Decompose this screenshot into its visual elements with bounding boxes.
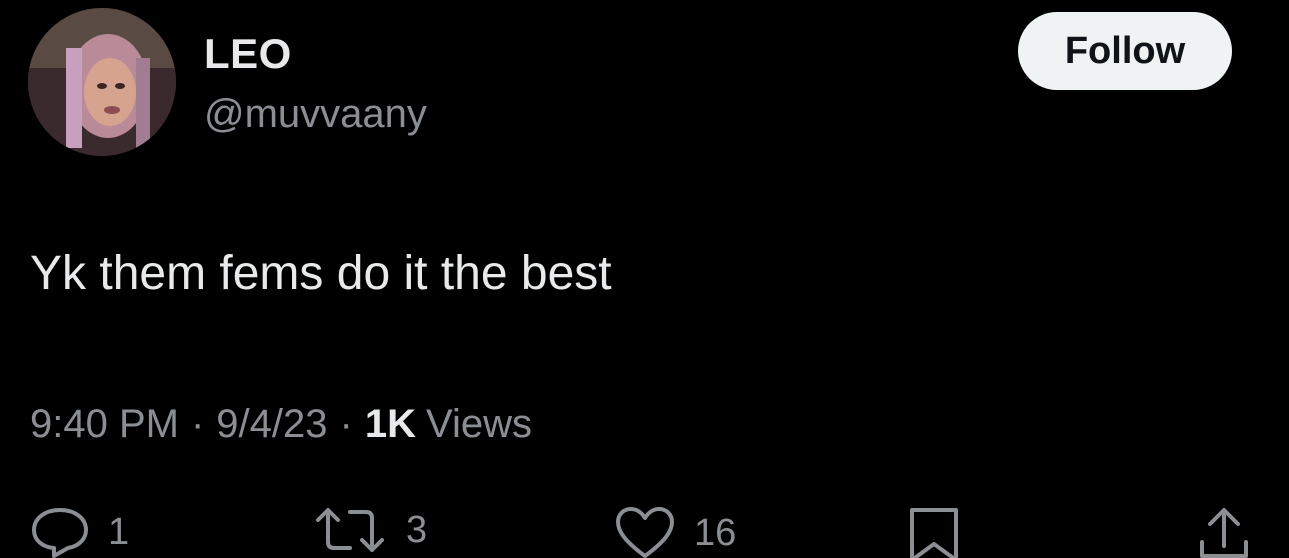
reply-count: 1 xyxy=(108,510,130,553)
meta-separator: · xyxy=(190,402,205,446)
tweet-text: Yk them fems do it the best xyxy=(30,247,612,300)
tweet-date[interactable]: 9/4/23 xyxy=(216,402,327,447)
share-button[interactable] xyxy=(1196,506,1252,558)
tweet-card: LEO @muvvaany Follow Yk them fems do it … xyxy=(0,0,1289,558)
bookmark-button[interactable] xyxy=(906,506,962,558)
action-bar: 1 3 16 xyxy=(0,500,1289,558)
avatar[interactable] xyxy=(28,8,176,156)
views-label: Views xyxy=(425,402,532,446)
reply-button[interactable]: 1 xyxy=(30,506,129,558)
meta-separator: · xyxy=(339,402,353,446)
tweet-meta: 9:40 PM · 9/4/23 · 1K Views xyxy=(30,402,532,447)
bookmark-icon xyxy=(910,508,958,558)
reply-icon xyxy=(32,508,88,558)
follow-button[interactable]: Follow xyxy=(1018,12,1232,90)
tweet-time[interactable]: 9:40 PM xyxy=(30,402,179,447)
retweet-count: 3 xyxy=(406,508,428,551)
user-handle[interactable]: @muvvaany xyxy=(204,92,427,137)
like-button[interactable]: 16 xyxy=(614,506,736,558)
heart-icon xyxy=(616,507,674,558)
avatar-image xyxy=(28,8,176,156)
like-count: 16 xyxy=(694,511,737,554)
retweet-button[interactable]: 3 xyxy=(312,506,427,554)
views-count: 1K xyxy=(364,402,416,446)
retweet-icon xyxy=(316,508,384,552)
display-name[interactable]: LEO xyxy=(204,30,292,78)
share-icon xyxy=(1200,508,1248,558)
